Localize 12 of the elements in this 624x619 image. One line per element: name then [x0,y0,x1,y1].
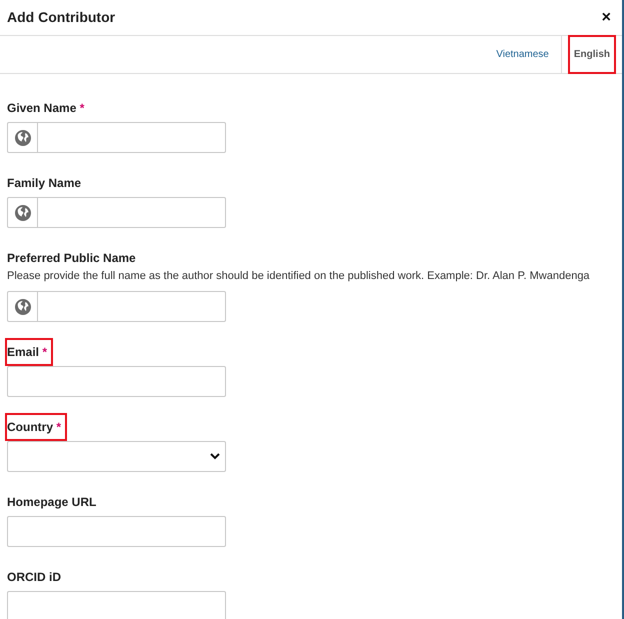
field-label: Homepage URL [6,494,98,511]
field-label: Family Name [6,175,82,192]
language-tab[interactable]: English [570,37,614,72]
field-label: Email * [5,338,54,366]
language-tab[interactable]: Vietnamese [492,37,553,72]
field-label: Preferred Public Name [6,250,137,267]
field-label: Given Name * [6,100,86,117]
dialog-title: Add Contributor [7,8,116,27]
field-label: Country * [5,413,68,441]
field-label: ORCID iD [6,569,62,586]
field-description: Please provide the full name as the author should be identified on the published work. Example: Dr. Alan P. Mwandenga [7,269,591,284]
close-button[interactable]: × [598,6,615,30]
